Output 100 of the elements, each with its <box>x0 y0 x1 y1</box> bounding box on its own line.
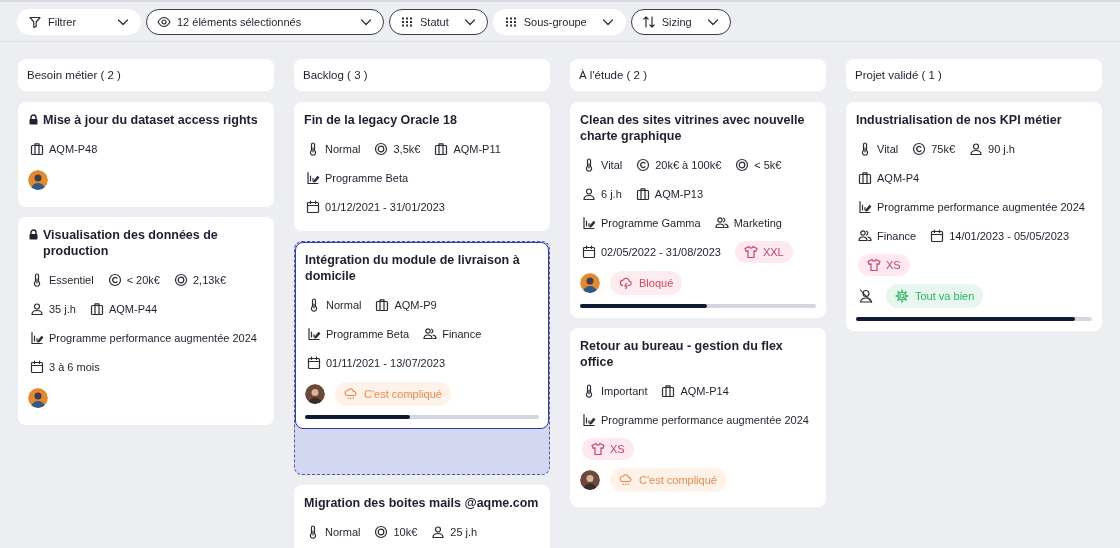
filter-button[interactable]: 12 éléments sélectionnés <box>146 9 384 35</box>
briefcase-icon <box>635 186 650 201</box>
card[interactable]: Retour au bureau - gestion du flex office Important AQM-P14 Programme performance augmentée 2024 XS C'est compliqué <box>570 328 826 507</box>
chart-pen-icon <box>582 215 596 230</box>
briefcase-icon <box>89 301 104 316</box>
chart-pen-icon <box>307 326 321 341</box>
status-tag: C'est compliqué <box>610 468 726 492</box>
card-field: AQM-P44 <box>108 302 158 315</box>
target-icon <box>735 157 750 172</box>
card-field: 10k€ <box>393 525 418 538</box>
dragged-card[interactable]: Intégration du module de livraison à domicile Normal AQM-P9 Programme Beta Finance 01/11/2021 - 13/07/2023 C'est compliqué <box>295 242 549 429</box>
filter-button[interactable]: Filtrer <box>17 9 141 35</box>
briefcase-icon <box>375 297 390 312</box>
calendar-icon <box>307 355 321 370</box>
chart-pen-icon <box>306 170 320 185</box>
card[interactable]: Industrialisation de nos KPI métier Vital 75k€ 90 j.h AQM-P4 Programme performance augmentée 2024 Finance 14/01/2023 - 05/05/2023 XS Tout va bien <box>846 102 1102 331</box>
target-icon <box>174 272 188 287</box>
card[interactable]: Clean des sites vitrines avec nouvelle charte graphique Vital 20k€ à 100k€ < 5k€ 6 j.h AQM-P13 Programme Gamma Marketing 02/05/2022 - 31/08/2023 XXL Bloqué <box>570 102 826 318</box>
card-field: Important <box>601 384 648 397</box>
briefcase-icon <box>30 141 44 156</box>
size-tag: XS <box>858 253 910 276</box>
size-tag: XS <box>582 437 634 460</box>
cloud-rain-icon <box>619 473 633 487</box>
calendar-icon <box>930 228 945 243</box>
card-field: Essentiel <box>49 273 94 286</box>
coin-icon <box>636 157 651 172</box>
card-field: 90 j.h <box>988 142 1015 155</box>
card-field: Programme performance augmentée 2024 <box>601 413 809 426</box>
card-field: Programme Gamma <box>601 216 701 229</box>
card[interactable]: Migration des boites mails @aqme.com Normal 10k€ 25 j.h <box>294 485 550 548</box>
briefcase-icon <box>858 170 872 185</box>
card-title: Retour au bureau - gestion du flex office <box>580 338 784 370</box>
coin-icon <box>107 272 122 287</box>
card-title: Industrialisation de nos KPI métier <box>856 112 1063 128</box>
person-icon <box>969 141 984 156</box>
avatar <box>28 170 48 190</box>
card-field: 2,13k€ <box>193 273 226 286</box>
briefcase-icon <box>434 141 449 156</box>
chart-pen-icon <box>858 199 872 214</box>
card-field: 25 j.h <box>450 525 478 538</box>
grid-icon <box>400 15 414 29</box>
card-field: AQM-P13 <box>654 187 704 200</box>
gear-icon <box>895 289 909 303</box>
tshirt-icon <box>743 244 758 259</box>
card-field: 75k€ <box>931 142 956 155</box>
card-title: Visualisation des données de production <box>43 227 219 259</box>
filter-button[interactable]: Statut <box>389 9 488 35</box>
size-tag: XXL <box>734 240 793 263</box>
card-field: < 5k€ <box>754 158 782 171</box>
card-field: AQM-P14 <box>680 384 729 397</box>
tshirt-icon <box>591 441 605 456</box>
filter-icon <box>28 15 42 29</box>
card-field: AQM-P4 <box>877 171 920 184</box>
card-field: Finance <box>442 327 482 340</box>
card-title: Fin de la legacy Oracle 18 <box>304 112 458 128</box>
card-field: Vital <box>601 158 623 171</box>
avatar <box>305 384 325 404</box>
column-header: Backlog ( 3 ) <box>294 59 550 91</box>
card[interactable]: Fin de la legacy Oracle 18 Normal 3,5k€ AQM-P11 Programme Beta 01/12/2021 - 31/01/2023 <box>294 102 550 231</box>
card-field: Programme Beta <box>326 327 410 340</box>
card-field: 35 j.h <box>49 302 76 315</box>
column-header: Besoin métier ( 2 ) <box>18 59 274 91</box>
card-field: Vital <box>877 142 899 155</box>
column-header: À l'étude ( 2 ) <box>570 59 826 91</box>
card-field: Normal <box>325 142 361 155</box>
card-field: 01/12/2021 - 31/01/2023 <box>325 200 445 213</box>
calendar-icon <box>30 359 44 374</box>
card-field: Programme Beta <box>325 171 409 184</box>
grid-icon <box>503 15 518 29</box>
filter-button[interactable]: Sous-groupe <box>492 9 626 35</box>
status-tag: Tout va bien <box>886 284 984 308</box>
people-icon <box>423 326 438 341</box>
status-tag: Bloqué <box>610 271 683 295</box>
card-field: 6 j.h <box>601 187 622 200</box>
calendar-icon <box>582 244 596 259</box>
card-field: Programme performance augmentée 2024 <box>49 331 257 344</box>
cloud-lightning-icon <box>619 276 633 290</box>
column-header: Projet validé ( 1 ) <box>846 59 1102 91</box>
card-field: 01/11/2021 - 13/07/2023 <box>326 356 446 369</box>
people-icon <box>714 215 729 230</box>
card-field: 3 à 6 mois <box>49 360 100 373</box>
card-field: Normal <box>326 298 362 311</box>
cloud-rain-icon <box>344 387 358 401</box>
target-icon <box>374 141 389 156</box>
chart-pen-icon <box>30 330 44 345</box>
card[interactable]: Visualisation des données de production Essentiel < 20k€ 2,13k€ 35 j.h AQM-P44 Programme performance augmentée 2024 3 à 6 mois <box>18 217 274 425</box>
card-field: Programme performance augmentée 2024 <box>877 200 1085 213</box>
card-field: AQM-P9 <box>394 298 437 311</box>
card-field: AQM-P48 <box>49 142 98 155</box>
card-field: 02/05/2022 - 31/08/2023 <box>601 245 721 258</box>
target-icon <box>374 524 389 539</box>
coin-icon <box>912 141 927 156</box>
person-icon <box>30 301 44 316</box>
card[interactable]: Mise à jour du dataset access rights AQM-P48 <box>18 102 274 207</box>
person-icon <box>582 186 596 201</box>
card-field: AQM-P11 <box>453 142 501 155</box>
card-title: Clean des sites vitrines avec nouvelle charte graphique <box>580 112 806 144</box>
card-field: 14/01/2023 - 05/05/2023 <box>949 229 1070 242</box>
filter-button[interactable]: Sizing <box>630 9 731 35</box>
card-field: Finance <box>877 229 917 242</box>
